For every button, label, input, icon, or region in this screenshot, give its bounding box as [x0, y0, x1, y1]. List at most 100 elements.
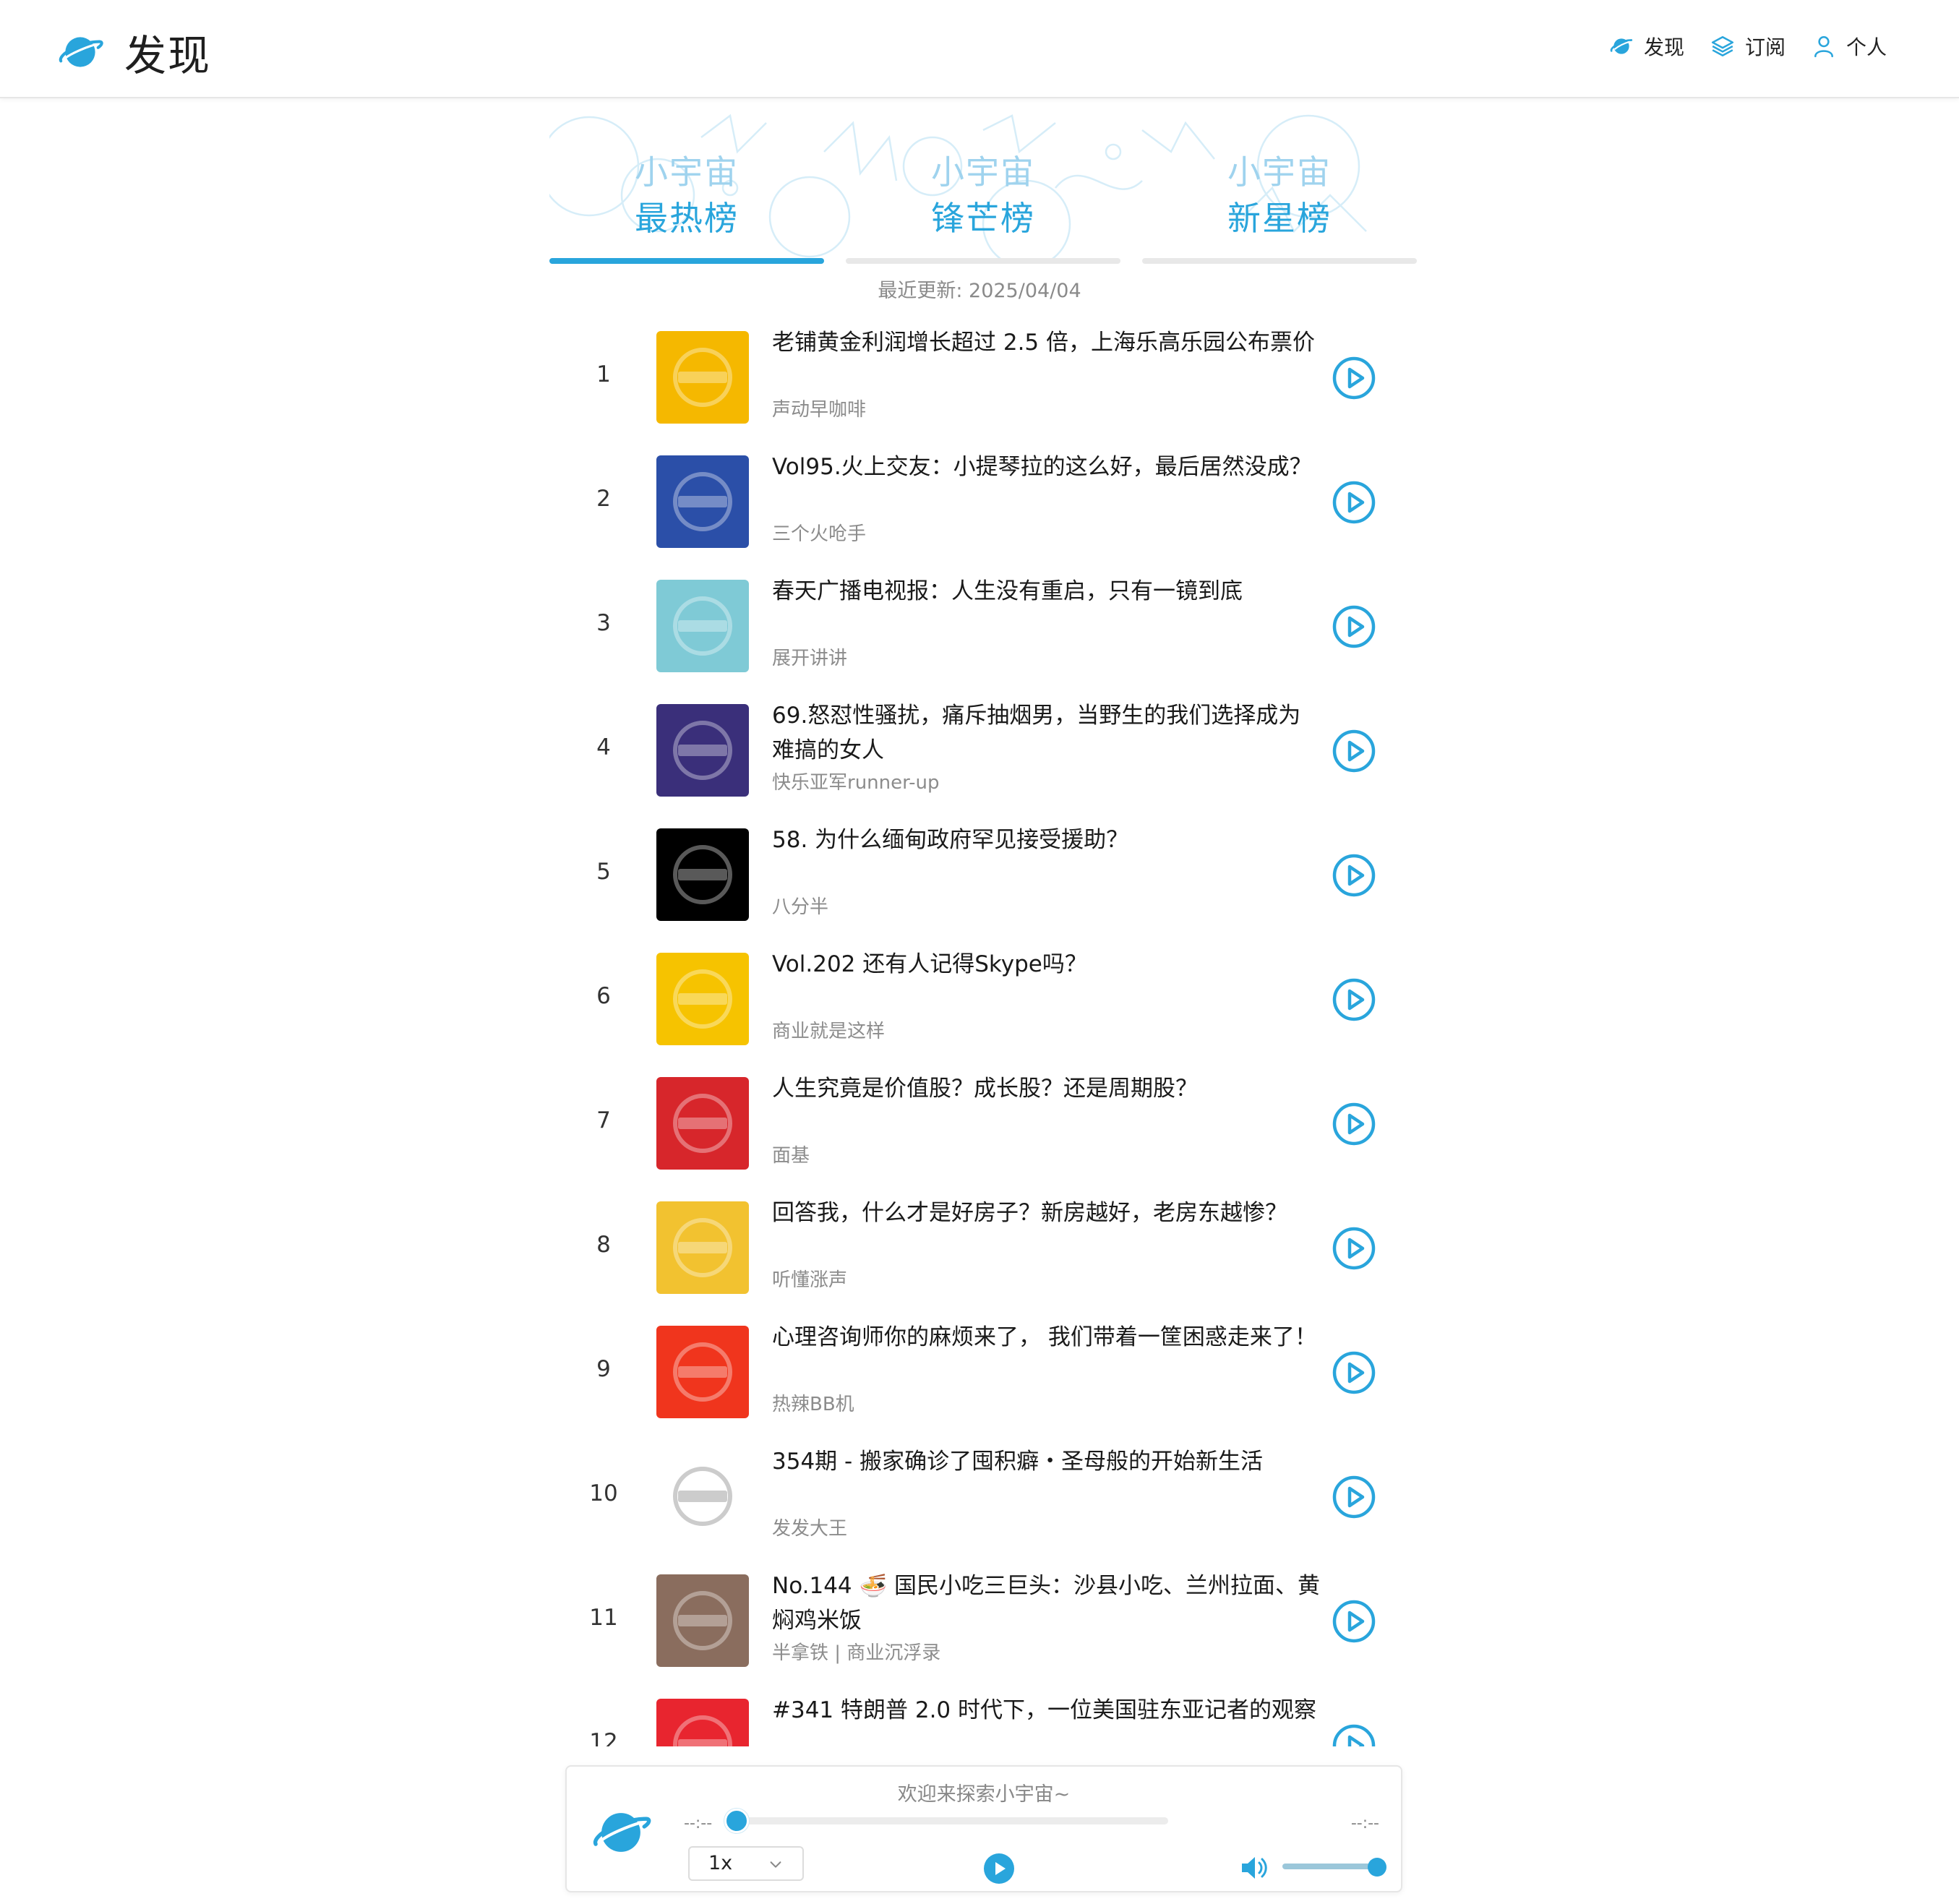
episode-rank: 8 — [596, 1232, 611, 1258]
episode-cover[interactable] — [656, 455, 749, 548]
episode-rank: 10 — [589, 1480, 618, 1506]
planet-icon — [1610, 38, 1633, 54]
episode-row[interactable]: 5 58. 为什么缅甸政府罕见接受援助？ 八分半 — [549, 815, 1417, 940]
speed-value: 1x — [708, 1852, 733, 1874]
episode-title[interactable]: 69.怒怼性骚扰，痛斥抽烟男，当野生的我们选择成为难搞的女人 — [772, 698, 1321, 768]
volume-icon[interactable] — [1238, 1852, 1269, 1884]
episode-row[interactable]: 3 春天广播电视报：人生没有重启，只有一镜到底展开讲讲 — [549, 567, 1417, 691]
podcast-name[interactable]: 半拿铁 | 商业沉浮录 — [772, 1638, 940, 1665]
podcast-name[interactable]: 发发大王 — [772, 1514, 847, 1540]
nav-item-subscribe[interactable]: 订阅 — [1710, 32, 1786, 61]
tab-sharpest-label: 锋芒榜 — [931, 199, 1035, 238]
play-icon[interactable] — [1332, 1599, 1376, 1644]
play-icon[interactable] — [1332, 1102, 1376, 1146]
tab-sharpest-indicator — [846, 258, 1120, 264]
episode-title[interactable]: 58. 为什么缅甸政府罕见接受援助？ — [772, 823, 1321, 857]
play-icon[interactable] — [1332, 604, 1376, 649]
episode-rank: 11 — [589, 1605, 618, 1631]
episode-row[interactable]: 11 No.144 🍜 国民小吃三巨头：沙县小吃、兰州拉面、黄焖鸡米饭 半拿铁 | … — [549, 1561, 1417, 1686]
player-play-icon[interactable] — [982, 1852, 1016, 1885]
episode-cover[interactable] — [656, 1450, 749, 1543]
episode-title[interactable]: 春天广播电视报：人生没有重启，只有一镜到底 — [772, 574, 1321, 609]
episode-cover[interactable] — [656, 1574, 749, 1667]
episode-rank: 12 — [589, 1729, 618, 1746]
episode-row[interactable]: 7 人生究竟是价值股？成长股？还是周期股？ 面基 — [549, 1064, 1417, 1188]
episode-title[interactable]: 老铺黄金利润增长超过 2.5 倍，上海乐高乐园公布票价 — [772, 325, 1321, 360]
nav-label-discover: 发现 — [1643, 35, 1684, 59]
chevron-down-icon — [770, 1861, 781, 1868]
top-nav: 发现 订阅 个人 — [1583, 32, 1887, 61]
episode-rank: 6 — [596, 983, 611, 1009]
podcast-name[interactable]: 展开讲讲 — [772, 643, 847, 670]
progress-track[interactable] — [734, 1817, 1168, 1824]
episode-title[interactable]: Vol.202 还有人记得Skype吗？ — [772, 947, 1321, 982]
nav-label-profile: 个人 — [1846, 35, 1887, 59]
tab-hottest[interactable]: 小宇宙 最热榜 — [549, 108, 824, 264]
nav-item-profile[interactable]: 个人 — [1812, 32, 1887, 61]
podcast-name[interactable]: 听懂涨声 — [772, 1265, 847, 1292]
podcast-name[interactable]: 热辣BB机 — [772, 1389, 854, 1416]
episode-row[interactable]: 6 Vol.202 还有人记得Skype吗？ 商业就是这样 — [549, 940, 1417, 1064]
episode-row[interactable]: 4 69.怒怼性骚扰，痛斥抽烟男，当野生的我们选择成为难搞的女人 快乐亚军runne… — [549, 691, 1417, 815]
page-title: 发现 — [124, 31, 212, 80]
tab-sharpest[interactable]: 小宇宙 锋芒榜 — [846, 108, 1120, 264]
episode-title[interactable]: 354期 - 搬家确诊了囤积癖・圣母般的开始新生活 — [772, 1444, 1321, 1479]
tab-hottest-brand: 小宇宙 — [635, 153, 739, 192]
episode-row[interactable]: 9 心理咨询师你的麻烦来了， 我们带着一筐困惑走来了！ 热辣BB机 — [549, 1313, 1417, 1437]
episode-title[interactable]: 回答我，什么才是好房子？新房越好，老房东越惨？ — [772, 1196, 1321, 1230]
episode-cover[interactable] — [656, 1201, 749, 1294]
podcast-name[interactable]: 三个火呛手 — [772, 519, 866, 546]
episode-row[interactable]: 1 老铺黄金利润增长超过 2.5 倍，上海乐高乐园公布票价声动早咖啡 — [549, 318, 1417, 442]
play-icon[interactable] — [1332, 853, 1376, 898]
episode-cover[interactable] — [656, 1077, 749, 1170]
tab-newstar-indicator — [1142, 258, 1417, 264]
play-icon[interactable] — [1332, 729, 1376, 773]
play-icon[interactable] — [1332, 977, 1376, 1022]
episode-cover[interactable] — [656, 1699, 749, 1746]
podcast-name[interactable]: 声动早咖啡 — [772, 395, 866, 421]
episode-rank: 1 — [596, 361, 611, 387]
podcast-name[interactable]: 面基 — [772, 1141, 810, 1167]
podcast-name[interactable]: 商业就是这样 — [772, 1016, 885, 1043]
chart-tabs: 小宇宙 最热榜 小宇宙 锋芒榜 小宇宙 新星榜 — [549, 108, 1417, 267]
episode-row[interactable]: 12 #341 特朗普 2.0 时代下，一位美国驻东亚记者的观察 — [549, 1686, 1417, 1746]
speed-select[interactable]: 1x — [688, 1846, 804, 1881]
episode-cover[interactable] — [656, 1326, 749, 1418]
episode-cover[interactable] — [656, 828, 749, 921]
play-icon[interactable] — [1332, 1723, 1376, 1746]
episode-rank: 7 — [596, 1107, 611, 1133]
episode-row[interactable]: 8 回答我，什么才是好房子？新房越好，老房东越惨？ 听懂涨声 — [549, 1188, 1417, 1313]
tab-sharpest-brand: 小宇宙 — [931, 153, 1035, 192]
episode-cover[interactable] — [656, 580, 749, 672]
play-icon[interactable] — [1332, 480, 1376, 525]
volume-thumb[interactable] — [1368, 1858, 1386, 1877]
episode-cover[interactable] — [656, 331, 749, 424]
play-icon[interactable] — [1332, 1226, 1376, 1271]
nav-item-discover[interactable]: 发现 — [1609, 32, 1684, 61]
episode-rank: 9 — [596, 1356, 611, 1382]
last-updated: 最近更新: 2025/04/04 — [878, 280, 1081, 302]
episode-rank: 2 — [596, 486, 611, 512]
tab-newstar-label: 新星榜 — [1227, 199, 1332, 238]
nav-label-subscribe: 订阅 — [1744, 35, 1786, 59]
episode-title[interactable]: Vol95.火上交友：小提琴拉的这么好，最后居然没成？ — [772, 450, 1321, 484]
player-message: 欢迎来探索小宇宙~ — [897, 1783, 1071, 1806]
play-icon[interactable] — [1332, 1350, 1376, 1395]
episode-cover[interactable] — [656, 953, 749, 1045]
episode-cover[interactable] — [656, 704, 749, 797]
podcast-name[interactable]: 八分半 — [772, 892, 828, 919]
progress-thumb[interactable] — [724, 1809, 749, 1833]
episode-title[interactable]: #341 特朗普 2.0 时代下，一位美国驻东亚记者的观察 — [772, 1693, 1321, 1728]
episode-title[interactable]: 心理咨询师你的麻烦来了， 我们带着一筐困惑走来了！ — [772, 1320, 1321, 1355]
episode-title[interactable]: No.144 🍜 国民小吃三巨头：沙县小吃、兰州拉面、黄焖鸡米饭 — [772, 1569, 1321, 1638]
podcast-name[interactable]: 快乐亚军runner-up — [772, 768, 940, 794]
episode-rank: 5 — [596, 859, 611, 885]
episode-rank: 3 — [596, 610, 611, 636]
episode-title[interactable]: 人生究竟是价值股？成长股？还是周期股？ — [772, 1071, 1321, 1106]
play-icon[interactable] — [1332, 1475, 1376, 1519]
tab-hottest-indicator — [549, 258, 824, 264]
play-icon[interactable] — [1332, 356, 1376, 400]
episode-row[interactable]: 10 354期 - 搬家确诊了囤积癖・圣母般的开始新生活发发大王 — [549, 1437, 1417, 1561]
episode-row[interactable]: 2 Vol95.火上交友：小提琴拉的这么好，最后居然没成？ 三个火呛手 — [549, 442, 1417, 567]
tab-newstar[interactable]: 小宇宙 新星榜 — [1142, 108, 1417, 264]
